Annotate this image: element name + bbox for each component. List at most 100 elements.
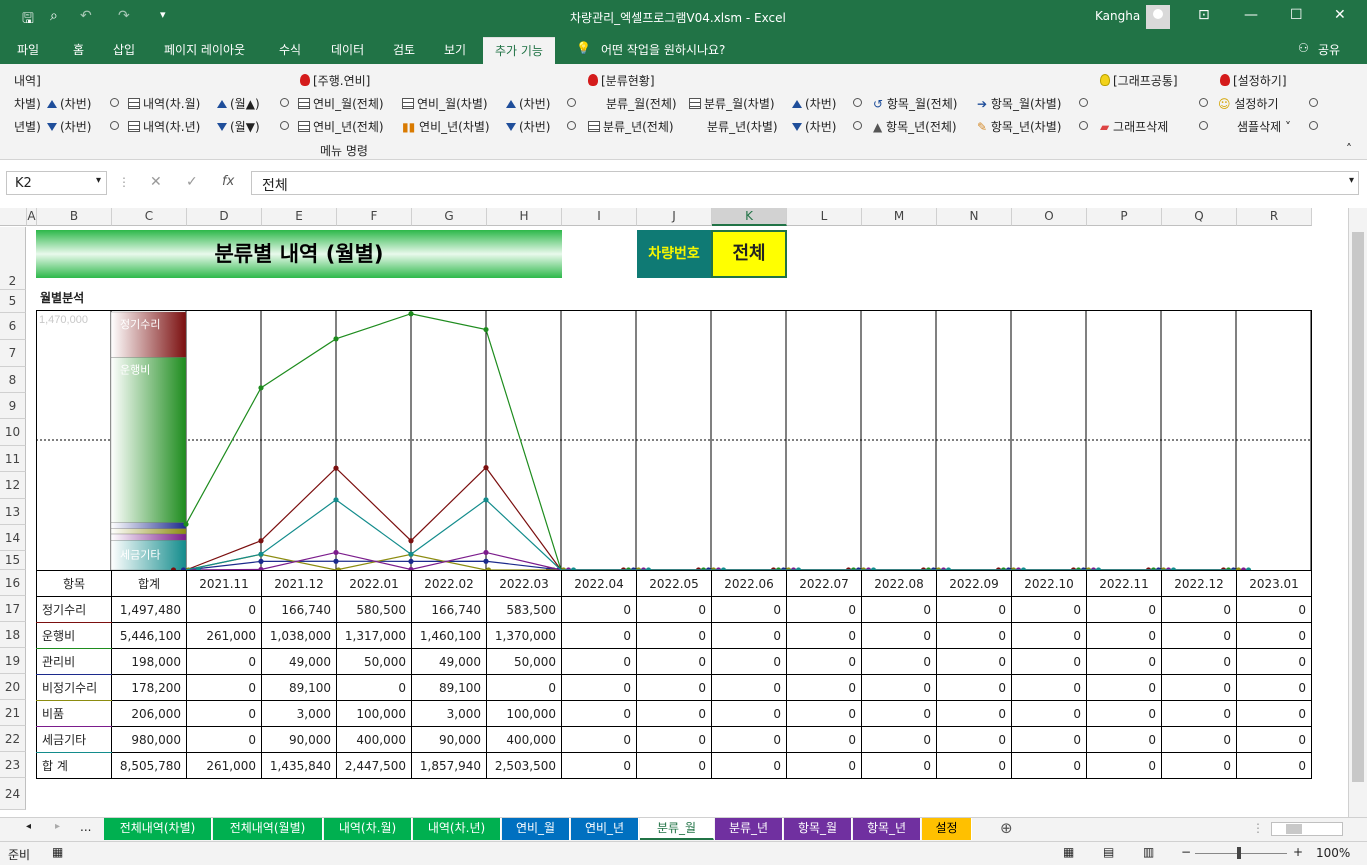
radio-8[interactable] xyxy=(110,119,119,133)
value-cell[interactable]: 0 xyxy=(1236,622,1312,649)
value-cell[interactable]: 1,857,940 xyxy=(411,752,487,779)
radio-7[interactable] xyxy=(1309,96,1318,110)
value-cell[interactable]: 1,497,480 xyxy=(111,596,187,623)
page-break-icon[interactable]: ▥ xyxy=(1143,845,1154,859)
value-cell[interactable]: 0 xyxy=(861,674,937,701)
sheet-tab[interactable]: 분류_년 xyxy=(715,818,783,840)
row-header-16[interactable]: 16 xyxy=(0,570,26,596)
ribbon-btn-detail-car-year[interactable]: 내역(차.년) xyxy=(128,118,200,135)
value-cell[interactable]: 0 xyxy=(786,674,862,701)
radio-9[interactable] xyxy=(280,119,289,133)
zoom-slider[interactable] xyxy=(1195,853,1287,854)
value-cell[interactable]: 0 xyxy=(561,674,637,701)
row-label-cell[interactable]: 비품 xyxy=(36,700,112,727)
value-cell[interactable]: 0 xyxy=(1161,648,1237,675)
value-cell[interactable]: 0 xyxy=(786,726,862,753)
row-header-10[interactable]: 10 xyxy=(0,419,26,446)
value-cell[interactable]: 1,460,100 xyxy=(411,622,487,649)
value-cell[interactable]: 0 xyxy=(861,596,937,623)
value-cell[interactable]: 0 xyxy=(861,726,937,753)
scroll-thumb[interactable] xyxy=(1286,824,1302,834)
radio-6[interactable] xyxy=(1199,96,1208,110)
value-cell[interactable]: 49,000 xyxy=(261,648,337,675)
cancel-icon[interactable]: ✕ xyxy=(150,174,162,190)
column-header-m[interactable]: M xyxy=(862,208,937,226)
value-cell[interactable]: 0 xyxy=(1011,622,1087,649)
value-cell[interactable]: 261,000 xyxy=(186,622,262,649)
column-header-c[interactable]: C xyxy=(112,208,187,226)
value-cell[interactable]: 0 xyxy=(186,674,262,701)
column-header-cell[interactable]: 항목 xyxy=(36,570,112,597)
value-cell[interactable]: 0 xyxy=(561,596,637,623)
ribbon-btn-month-up[interactable]: (월▲) xyxy=(217,95,260,112)
value-cell[interactable]: 980,000 xyxy=(111,726,187,753)
ribbon-btn-carno-3[interactable]: (차번) xyxy=(792,95,836,112)
value-cell[interactable]: 0 xyxy=(1161,752,1237,779)
close-icon[interactable]: ✕ xyxy=(1334,7,1346,23)
print-preview-icon[interactable]: ⌕ xyxy=(50,8,58,24)
sheet-tab[interactable]: 연비_월 xyxy=(502,818,570,840)
value-cell[interactable]: 0 xyxy=(1086,726,1162,753)
value-cell[interactable]: 90,000 xyxy=(261,726,337,753)
tab-view[interactable]: 보기 xyxy=(444,41,466,58)
value-cell[interactable]: 0 xyxy=(786,752,862,779)
tab-add-ins[interactable]: 추가 기능 xyxy=(483,37,555,64)
value-cell[interactable]: 0 xyxy=(1086,674,1162,701)
column-header-cell[interactable]: 2022.06 xyxy=(711,570,787,597)
value-cell[interactable]: 0 xyxy=(1086,648,1162,675)
zoom-thumb[interactable] xyxy=(1237,847,1241,859)
value-cell[interactable]: 0 xyxy=(711,752,787,779)
value-cell[interactable]: 0 xyxy=(936,674,1012,701)
zoom-out-icon[interactable]: − xyxy=(1181,845,1191,859)
value-cell[interactable]: 0 xyxy=(936,752,1012,779)
value-cell[interactable]: 0 xyxy=(1011,700,1087,727)
tab-data[interactable]: 데이터 xyxy=(331,41,364,58)
value-cell[interactable]: 50,000 xyxy=(486,648,562,675)
redo-icon[interactable]: ↷ xyxy=(118,8,130,24)
row-header-21[interactable]: 21 xyxy=(0,700,26,726)
sheet-tab[interactable]: 내역(차.년) xyxy=(413,818,501,840)
ribbon-btn-settings[interactable]: ☺ 설정하기 xyxy=(1218,95,1279,112)
value-cell[interactable]: 2,447,500 xyxy=(336,752,412,779)
value-cell[interactable]: 0 xyxy=(1236,648,1312,675)
value-cell[interactable]: 89,100 xyxy=(261,674,337,701)
row-header-19[interactable]: 19 xyxy=(0,648,26,674)
tab-review[interactable]: 검토 xyxy=(393,41,415,58)
value-cell[interactable]: 198,000 xyxy=(111,648,187,675)
row-label-cell[interactable]: 세금기타 xyxy=(36,726,112,753)
column-header-cell[interactable]: 2022.03 xyxy=(486,570,562,597)
value-cell[interactable]: 0 xyxy=(936,700,1012,727)
radio-10[interactable] xyxy=(567,119,576,133)
value-cell[interactable]: 50,000 xyxy=(336,648,412,675)
enter-icon[interactable]: ✓ xyxy=(186,174,198,190)
value-cell[interactable]: 0 xyxy=(1236,596,1312,623)
value-cell[interactable]: 0 xyxy=(1236,700,1312,727)
value-cell[interactable]: 0 xyxy=(636,752,712,779)
column-header-a[interactable]: A xyxy=(27,208,37,226)
column-header-g[interactable]: G xyxy=(412,208,487,226)
scroll-thumb[interactable] xyxy=(1352,232,1364,782)
row-label-cell[interactable]: 정기수리 xyxy=(36,596,112,623)
value-cell[interactable]: 0 xyxy=(936,596,1012,623)
value-cell[interactable]: 0 xyxy=(561,622,637,649)
value-cell[interactable]: 400,000 xyxy=(486,726,562,753)
customize-qat-icon[interactable]: ▾ xyxy=(160,8,166,21)
page-layout-icon[interactable]: ▤ xyxy=(1103,845,1114,859)
value-cell[interactable]: 0 xyxy=(1086,700,1162,727)
maximize-icon[interactable]: ☐ xyxy=(1290,7,1303,23)
value-cell[interactable]: 2,503,500 xyxy=(486,752,562,779)
value-cell[interactable]: 0 xyxy=(561,752,637,779)
value-cell[interactable]: 0 xyxy=(636,674,712,701)
value-cell[interactable]: 0 xyxy=(561,700,637,727)
value-cell[interactable]: 0 xyxy=(561,726,637,753)
radio-5[interactable] xyxy=(1079,96,1088,110)
next-sheet-icon[interactable]: ▸ xyxy=(55,821,60,832)
value-cell[interactable]: 0 xyxy=(936,622,1012,649)
value-cell[interactable]: 5,446,100 xyxy=(111,622,187,649)
row-label-cell[interactable]: 운행비 xyxy=(36,622,112,649)
value-cell[interactable]: 0 xyxy=(486,674,562,701)
value-cell[interactable]: 0 xyxy=(861,622,937,649)
value-cell[interactable]: 0 xyxy=(936,726,1012,753)
column-header-cell[interactable]: 2021.11 xyxy=(186,570,262,597)
collapse-ribbon-icon[interactable]: ˄ xyxy=(1346,142,1352,156)
